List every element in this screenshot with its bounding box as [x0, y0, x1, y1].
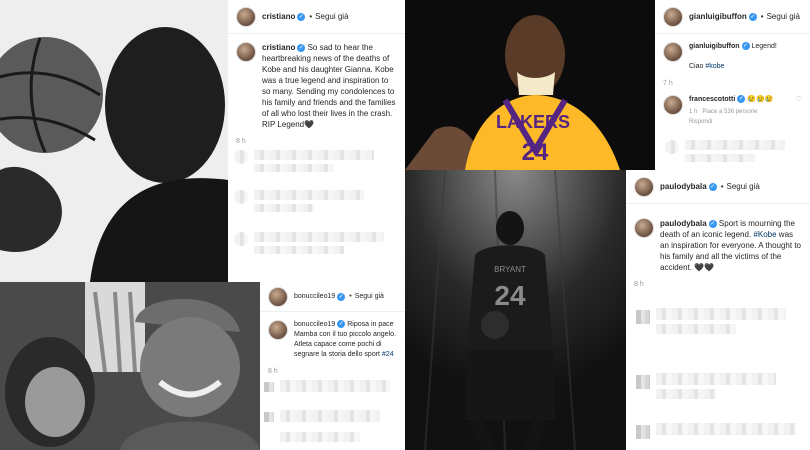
caption-username[interactable]: paulodybala	[660, 219, 707, 228]
blurred-comment	[280, 380, 390, 392]
reply-time: 1 h	[689, 109, 698, 115]
post-timestamp: 8 h	[634, 281, 644, 288]
follow-status[interactable]: • Segui già	[309, 12, 348, 21]
username[interactable]: cristiano	[262, 12, 295, 21]
kobe-back-photo: BRYANT 24	[405, 170, 626, 450]
blurred-comment	[254, 246, 344, 254]
post-caption: paulodybala ✓ Sport is mourning the death…	[626, 204, 810, 281]
reply-button[interactable]: Rispondi	[689, 119, 712, 125]
blurred-comment	[656, 308, 786, 320]
blurred-comment	[234, 190, 248, 204]
reply-comment: francescototti ✓ 😢😢😢 1 h Piace a 536 pers…	[655, 87, 810, 135]
blurred-comment	[636, 425, 650, 439]
avatar[interactable]	[268, 286, 288, 307]
blurred-comment	[665, 140, 679, 154]
blurred-comment	[636, 375, 650, 389]
blurred-comment	[280, 432, 360, 442]
post-header: bonuccileo19 ✓ • Segui già	[260, 282, 405, 312]
jersey-number: 24	[522, 139, 549, 166]
blurred-comment	[264, 412, 274, 422]
verified-badge-icon: ✓	[708, 182, 717, 191]
avatar[interactable]	[634, 176, 654, 197]
kobe-jersey-photo: LAKERS 24	[405, 0, 655, 170]
username[interactable]: gianluigibuffon	[689, 12, 747, 21]
post-header: paulodybala ✓ • Segui già	[626, 170, 810, 204]
blurred-comment	[254, 150, 374, 160]
verified-badge-icon: ✓	[337, 320, 346, 329]
caption-username[interactable]: gianluigibuffon	[689, 43, 740, 50]
reply-likes[interactable]: Piace a 536 persone	[702, 109, 757, 115]
username[interactable]: paulodybala	[660, 182, 707, 191]
hashtag-link[interactable]: #kobe	[705, 63, 724, 70]
caption-line2: Ciao	[689, 63, 704, 70]
verified-badge-icon: ✓	[737, 95, 746, 104]
post-timestamp: 8 h	[236, 138, 246, 145]
follow-label: Segui già	[315, 12, 349, 21]
follow-label: Segui già	[354, 293, 384, 300]
heart-icon[interactable]: ♡	[796, 95, 802, 127]
buffon-post-panel: gianluigibuffon ✓ • Segui già gianluigibu…	[655, 0, 810, 170]
blurred-comment	[685, 154, 755, 162]
post-caption: bonuccileo19 ✓ Riposa in pace Mamba con i…	[260, 312, 405, 368]
back-name: BRYANT	[494, 265, 526, 274]
post-caption: gianluigibuffon ✓ Legend! Ciao #kobe	[655, 34, 810, 80]
hashtag-link[interactable]: #24	[382, 351, 394, 358]
blurred-comment	[234, 232, 248, 246]
avatar[interactable]	[634, 218, 654, 238]
blurred-comment	[254, 232, 384, 242]
verified-badge-icon: ✓	[708, 219, 717, 228]
bonucci-post-panel: bonuccileo19 ✓ • Segui già bonuccileo19 ✓ …	[260, 282, 405, 450]
follow-status[interactable]: • Segui già	[761, 12, 800, 21]
jersey-lakers-text: LAKERS	[496, 112, 570, 132]
verified-badge-icon: ✓	[741, 42, 750, 51]
blurred-comment	[254, 190, 364, 200]
verified-badge-icon: ✓	[748, 12, 757, 21]
follow-label: Segui già	[726, 182, 760, 191]
verified-badge-icon: ✓	[297, 43, 306, 52]
blurred-comment	[656, 389, 716, 399]
post-header: gianluigibuffon ✓ • Segui già	[655, 0, 810, 34]
back-number: 24	[494, 280, 526, 311]
post-timestamp: 8 h	[268, 368, 278, 375]
reply-text: 😢😢😢	[747, 96, 774, 103]
avatar[interactable]	[236, 42, 256, 62]
caption-text: So sad to hear the heartbreaking news of…	[262, 43, 396, 129]
cristiano-post-panel: cristiano ✓ • Segui già cristiano ✓ So sad…	[228, 0, 405, 282]
avatar[interactable]	[663, 42, 683, 62]
blurred-comment	[656, 324, 736, 334]
blurred-comment	[685, 140, 785, 150]
kobe-gianna-photo	[0, 282, 260, 450]
post-timestamp: 7 h	[663, 80, 673, 87]
blurred-comment	[636, 310, 650, 324]
avatar[interactable]	[236, 6, 256, 27]
caption-username[interactable]: cristiano	[262, 43, 295, 52]
reply-username[interactable]: francescototti	[689, 96, 735, 103]
avatar[interactable]	[663, 6, 683, 27]
follow-status[interactable]: • Segui già	[349, 293, 384, 300]
blurred-comment	[280, 410, 380, 422]
username[interactable]: bonuccileo19	[294, 293, 335, 300]
post-header: cristiano ✓ • Segui già	[228, 0, 405, 34]
blurred-comment	[254, 204, 314, 212]
avatar[interactable]	[663, 95, 683, 115]
follow-status[interactable]: • Segui già	[721, 182, 760, 191]
hashtag-link[interactable]: #Kobe	[753, 230, 776, 239]
caption-username[interactable]: bonuccileo19	[294, 321, 335, 328]
blurred-comment	[656, 423, 796, 435]
post-caption: cristiano ✓ So sad to hear the heartbreak…	[228, 34, 405, 138]
caption-text: Legend!	[751, 43, 777, 50]
blurred-comment	[234, 150, 248, 164]
dybala-post-panel: paulodybala ✓ • Segui già paulodybala ✓ Sp…	[626, 170, 810, 450]
kobe-basketball-photo	[0, 0, 228, 282]
blurred-comment	[656, 373, 776, 385]
verified-badge-icon: ✓	[297, 12, 306, 21]
verified-badge-icon: ✓	[337, 292, 346, 301]
follow-label: Segui già	[766, 12, 800, 21]
blurred-comment	[264, 382, 274, 392]
avatar[interactable]	[268, 320, 288, 340]
blurred-comment	[254, 164, 334, 172]
